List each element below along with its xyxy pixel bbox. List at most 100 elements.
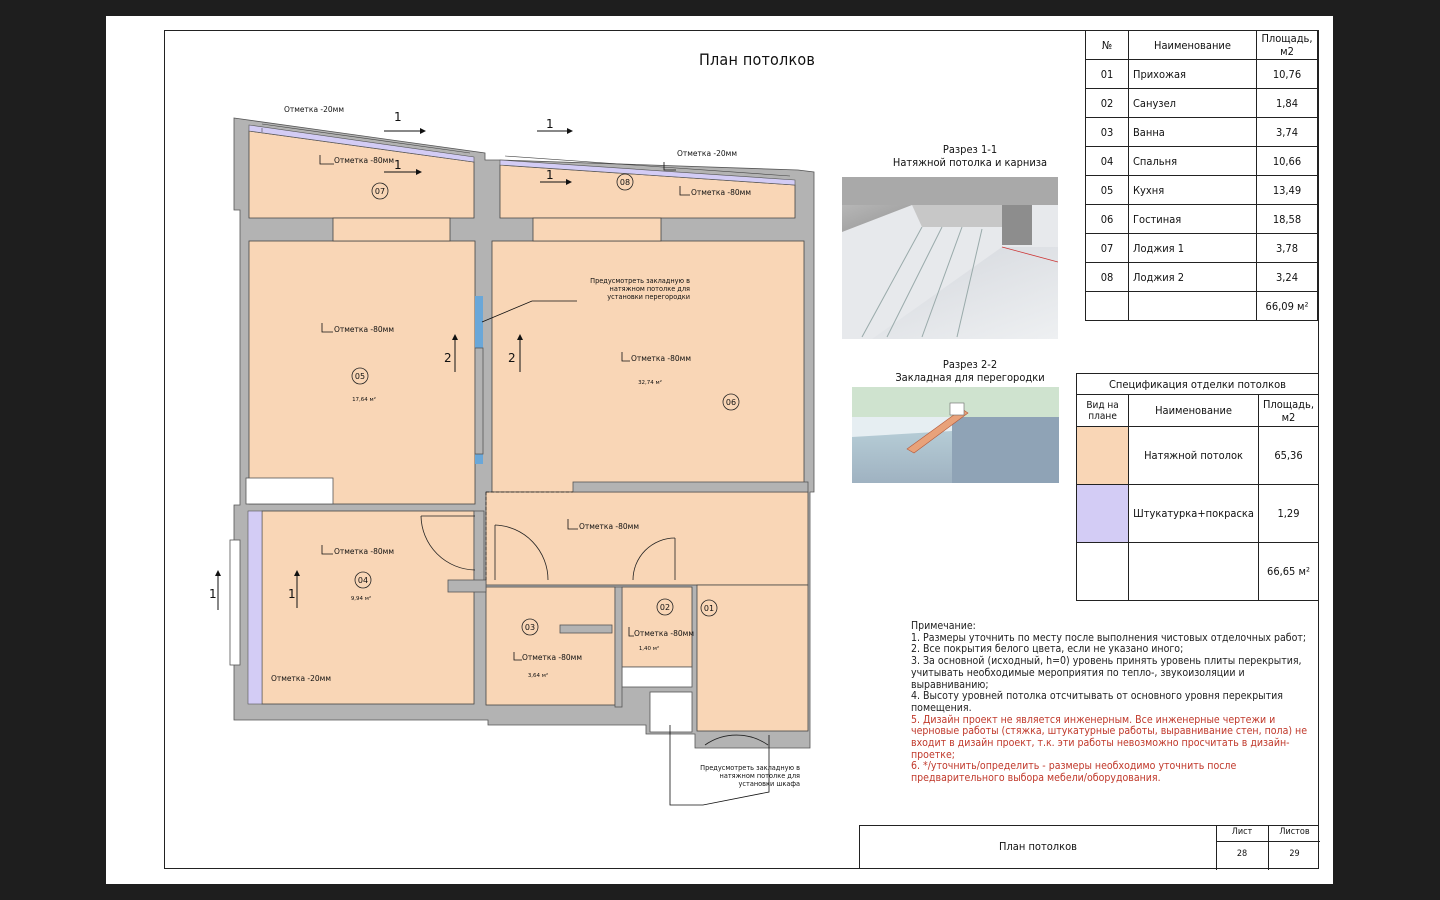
section-mark: 1 xyxy=(209,587,217,601)
row-name: Лоджия 1 xyxy=(1128,233,1257,263)
table-row: 06 Гостиная 18,58 xyxy=(1085,204,1318,234)
room-tag: 05 xyxy=(355,372,365,381)
row-area: 3,74 xyxy=(1256,117,1318,147)
spec-header-name: Наименование xyxy=(1128,394,1259,427)
room-area: 1,40 м² xyxy=(639,645,659,652)
swatch-stretch-ceiling xyxy=(1075,426,1130,485)
elev-label: Отметка -20мм xyxy=(284,105,344,114)
section-mark: 1 xyxy=(394,158,402,172)
elev-label: Отметка -80мм xyxy=(334,156,394,165)
elev-label: Отметка -80мм xyxy=(631,354,691,363)
section1-subtitle: Натяжной потолка и карниза xyxy=(892,156,1048,169)
stamp-sheets-label: Листов xyxy=(1279,827,1310,837)
room-tag: 07 xyxy=(375,187,385,196)
col-header-area: Площадь, м2 xyxy=(1256,30,1318,60)
col-header-name: Наименование xyxy=(1128,30,1257,60)
section2-caption: Разрез 2-2 Закладная для перегородки xyxy=(880,358,1060,384)
stamp-name: План потолков xyxy=(999,840,1077,853)
callout-partition: Предусмотреть закладную в натяжном потол… xyxy=(590,276,690,302)
row-name: Санузел xyxy=(1128,88,1257,118)
row-area: 18,58 xyxy=(1256,204,1318,234)
row-area: 13,49 xyxy=(1256,175,1318,205)
note-line-red: 5. Дизайн проект не является инженерным.… xyxy=(911,713,1308,761)
room-tag: 02 xyxy=(660,603,670,612)
note-line-red: 6. */уточнить/определить - размеры необх… xyxy=(911,760,1237,785)
row-area: 1,84 xyxy=(1256,88,1318,118)
spec-area: 1,29 xyxy=(1257,484,1320,543)
section-mark: 1 xyxy=(546,168,554,182)
callout-wardrobe: Предусмотреть закладную в натяжном потол… xyxy=(700,763,800,789)
row-name: Прихожая xyxy=(1128,59,1257,89)
room-area: 3,64 м² xyxy=(528,672,548,679)
spec-header-view: Вид на плане xyxy=(1075,394,1130,427)
table-row: 04 Спальня 10,66 xyxy=(1085,146,1318,176)
table-row: 07 Лоджия 1 3,78 xyxy=(1085,233,1318,263)
room-area: 17,64 м² xyxy=(352,396,376,403)
spec-name: Натяжной потолок xyxy=(1128,426,1259,485)
row-name: Ванна xyxy=(1128,117,1257,147)
table-row: 02 Санузел 1,84 xyxy=(1085,88,1318,118)
notes-heading: Примечание: xyxy=(911,620,976,632)
section2-title: Разрез 2-2 xyxy=(942,358,998,371)
elev-label: Отметка -80мм xyxy=(691,188,751,197)
section1-title: Разрез 1-1 xyxy=(942,143,998,156)
room-tag: 03 xyxy=(525,623,535,632)
row-name: Лоджия 2 xyxy=(1128,262,1257,292)
table-total-row: 66,65 м² xyxy=(1075,542,1320,601)
section2-render xyxy=(852,387,1059,483)
row-name: Кухня xyxy=(1128,175,1257,205)
title-block: План потолков Лист Листов 28 29 xyxy=(859,825,1320,870)
spec-total: 66,65 м² xyxy=(1257,542,1320,601)
row-num: 08 xyxy=(1085,262,1129,292)
row-name: Спальня xyxy=(1128,146,1257,176)
room-area: 32,74 м² xyxy=(638,379,662,386)
row-num: 01 xyxy=(1085,59,1129,89)
section2-subtitle: Закладная для перегородки xyxy=(895,371,1045,384)
room-tag: 04 xyxy=(358,576,368,585)
elev-label: Отметка -80мм xyxy=(334,325,394,334)
section1-caption: Разрез 1-1 Натяжной потолка и карниза xyxy=(880,143,1060,169)
row-area: 3,24 xyxy=(1256,262,1318,292)
room-area: 9,94 м² xyxy=(351,595,371,602)
room-01-a xyxy=(485,491,809,586)
elev-label: Отметка -80мм xyxy=(579,522,639,531)
row-num: 06 xyxy=(1085,204,1129,234)
row-num: 02 xyxy=(1085,88,1129,118)
swatch-plaster xyxy=(1075,484,1130,543)
row-area: 3,78 xyxy=(1256,233,1318,263)
spec-table: Спецификация отделки потолков Вид на пла… xyxy=(1075,373,1320,601)
section-mark: 1 xyxy=(546,117,554,131)
table-row: 05 Кухня 13,49 xyxy=(1085,175,1318,205)
table-total-row: 66,09 м² xyxy=(1085,291,1318,321)
table-row: 01 Прихожая 10,76 xyxy=(1085,59,1318,89)
room-tag: 01 xyxy=(704,604,714,613)
row-area: 10,66 xyxy=(1256,146,1318,176)
section1-render xyxy=(842,177,1058,339)
room-tag: 08 xyxy=(620,178,630,187)
elev-label: Отметка -80мм xyxy=(634,629,694,638)
row-name: Гостиная xyxy=(1128,204,1257,234)
room-tag: 06 xyxy=(726,398,736,407)
section-mark: 1 xyxy=(288,587,296,601)
row-num: 05 xyxy=(1085,175,1129,205)
elev-label: Отметка -20мм xyxy=(271,674,331,683)
table-row: Штукатурка+покраска 1,29 xyxy=(1075,484,1320,543)
room-03 xyxy=(485,586,616,706)
spec-name: Штукатурка+покраска xyxy=(1128,484,1259,543)
table-row: 03 Ванна 3,74 xyxy=(1085,117,1318,147)
table-row: 08 Лоджия 2 3,24 xyxy=(1085,262,1318,292)
room-05-ext xyxy=(332,217,451,242)
spec-title: Спецификация отделки потолков xyxy=(1076,373,1319,395)
stamp-sheets: 29 xyxy=(1289,849,1300,859)
note-line: 4. Высоту уровней потолка отсчитывать от… xyxy=(911,690,1283,714)
room-02 xyxy=(621,586,693,668)
row-area: 10,76 xyxy=(1256,59,1318,89)
col-header-num: № xyxy=(1085,30,1129,60)
room-06-ext xyxy=(532,217,662,242)
elev-label: Отметка -80мм xyxy=(522,653,582,662)
row-num: 04 xyxy=(1085,146,1129,176)
notes-block: Примечание: 1. Размеры уточнить по месту… xyxy=(911,620,1321,785)
elev-label: Отметка -20мм xyxy=(677,149,737,158)
section-mark: 2 xyxy=(444,351,452,365)
section-mark: 2 xyxy=(508,351,516,365)
